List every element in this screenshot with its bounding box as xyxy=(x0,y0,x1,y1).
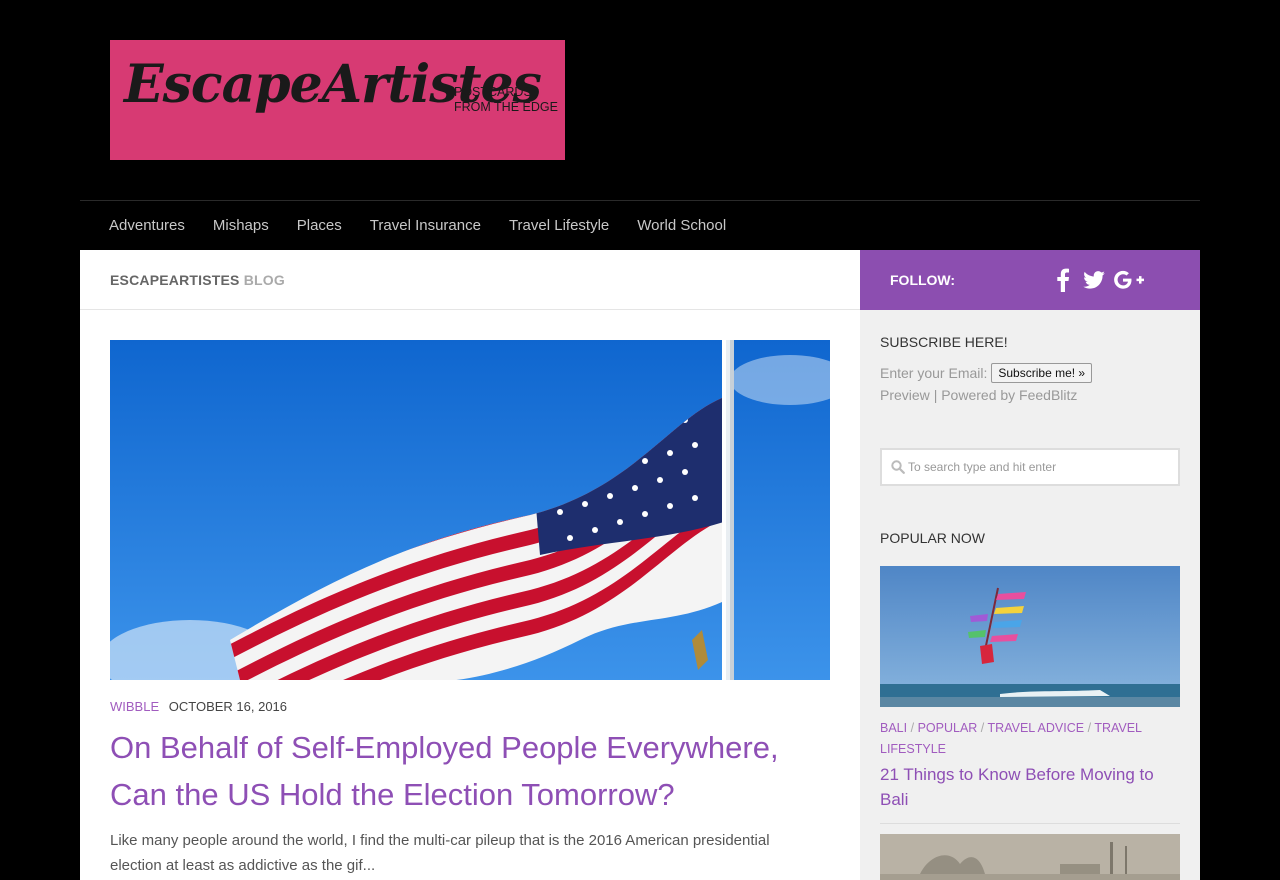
logo-tagline: POSTCARDS FROM THE EDGE xyxy=(454,85,558,115)
subscribe-heading: SUBSCRIBE HERE! xyxy=(880,334,1008,350)
popular-post-categories: BALI / POPULAR / TRAVEL ADVICE / TRAVEL … xyxy=(880,718,1180,760)
page-title: ESCAPEARTISTES BLOG xyxy=(110,272,285,288)
category-link-bali[interactable]: BALI xyxy=(880,721,907,735)
category-separator: / xyxy=(1087,721,1092,735)
subscribe-separator: | xyxy=(933,387,938,403)
sidebar: FOLLOW: SUBSCRIBE HERE! Enter your Email… xyxy=(860,250,1200,880)
post-excerpt: Like many people around the world, I fin… xyxy=(110,832,770,874)
feedblitz-link[interactable]: Powered by FeedBlitz xyxy=(941,387,1077,403)
page-title-light: BLOG xyxy=(243,272,285,288)
post-meta: WIBBLE OCTOBER 16, 2016 xyxy=(110,699,287,714)
search-input[interactable] xyxy=(908,450,1174,484)
subscribe-button[interactable]: Subscribe me! » xyxy=(991,363,1093,383)
category-separator: / xyxy=(910,721,915,735)
city-haze-image xyxy=(880,834,1180,880)
google-plus-icon[interactable] xyxy=(1112,266,1146,294)
subscribe-row: Enter your Email: Subscribe me! » xyxy=(880,363,1093,383)
nav-item-travel-lifestyle[interactable]: Travel Lifestyle xyxy=(509,217,609,234)
nav-item-places[interactable]: Places xyxy=(297,217,342,234)
category-link-popular[interactable]: POPULAR xyxy=(918,721,978,735)
post-date: OCTOBER 16, 2016 xyxy=(168,699,288,714)
logo-tagline-line-1: POSTCARDS xyxy=(454,85,532,99)
kite-beach-image xyxy=(880,566,1180,707)
page-title-bold: ESCAPEARTISTES xyxy=(110,272,240,288)
post-featured-image[interactable] xyxy=(110,340,830,680)
follow-label: FOLLOW: xyxy=(890,272,956,288)
category-separator: / xyxy=(980,721,985,735)
main-nav: Adventures Mishaps Places Travel Insuran… xyxy=(80,200,1200,250)
logo-tagline-line-2: FROM THE EDGE xyxy=(454,100,558,114)
email-label: Enter your Email: xyxy=(880,365,988,381)
nav-item-adventures[interactable]: Adventures xyxy=(109,217,185,234)
search-icon xyxy=(891,460,905,474)
nav-item-travel-insurance[interactable]: Travel Insurance xyxy=(370,217,481,234)
nav-item-world-school[interactable]: World School xyxy=(637,217,726,234)
twitter-icon[interactable] xyxy=(1082,266,1106,294)
preview-link[interactable]: Preview xyxy=(880,387,930,403)
follow-bar: FOLLOW: xyxy=(860,250,1200,310)
site-header: EscapeArtistes POSTCARDS FROM THE EDGE xyxy=(0,0,1280,200)
site-logo[interactable]: EscapeArtistes POSTCARDS FROM THE EDGE xyxy=(110,40,565,160)
page-title-bar: ESCAPEARTISTES BLOG xyxy=(80,250,860,310)
facebook-icon[interactable] xyxy=(1052,266,1074,294)
post-title-link[interactable]: On Behalf of Self-Employed People Everyw… xyxy=(110,724,835,818)
subscribe-links: Preview | Powered by FeedBlitz xyxy=(880,387,1077,403)
popular-heading: POPULAR NOW xyxy=(880,530,986,546)
flag-image xyxy=(110,340,830,680)
category-link-travel-advice[interactable]: TRAVEL ADVICE xyxy=(988,721,1085,735)
post-category-link[interactable]: WIBBLE xyxy=(110,699,159,714)
popular-divider xyxy=(880,823,1180,824)
main-content: ESCAPEARTISTES BLOG WIBBLE OCTOBER 16, 2… xyxy=(80,250,860,880)
search-box xyxy=(880,448,1180,486)
popular-post-image[interactable] xyxy=(880,566,1180,707)
popular-post-image-2[interactable] xyxy=(880,834,1180,880)
nav-item-mishaps[interactable]: Mishaps xyxy=(213,217,269,234)
popular-post-title-link[interactable]: 21 Things to Know Before Moving to Bali xyxy=(880,762,1180,812)
